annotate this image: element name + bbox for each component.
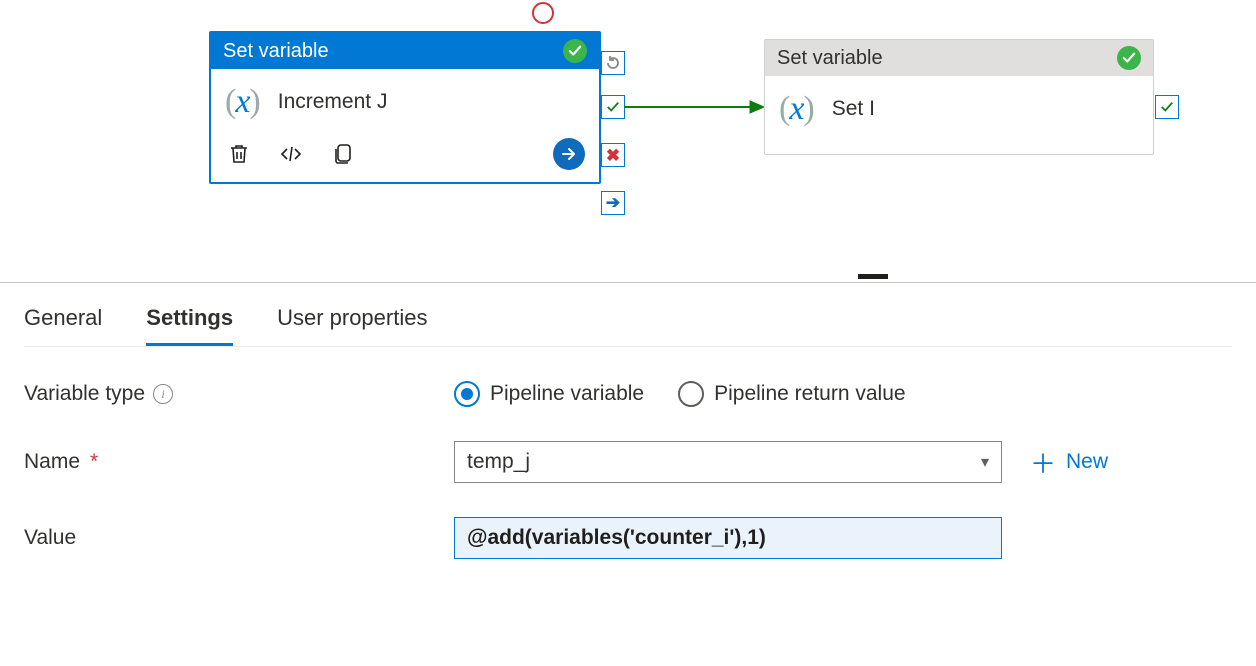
name-select-value: temp_j	[467, 450, 530, 474]
delete-icon[interactable]	[225, 140, 253, 168]
dependency-handle-failure[interactable]: ✖	[601, 143, 625, 167]
copy-icon[interactable]	[329, 140, 357, 168]
value-expression-input[interactable]: @add(variables('counter_i'),1)	[454, 517, 1002, 559]
status-success-icon	[563, 39, 587, 63]
dependency-handle-success[interactable]	[601, 95, 625, 119]
success-connector-arrow[interactable]	[624, 99, 764, 119]
required-indicator: *	[90, 450, 98, 474]
activity-name: Increment J	[278, 90, 388, 114]
info-icon[interactable]: i	[153, 384, 173, 404]
name-select[interactable]: temp_j ▾	[454, 441, 1002, 483]
run-activity-button[interactable]	[553, 138, 585, 170]
dependency-handle-completion[interactable]	[601, 51, 625, 75]
tab-user-properties[interactable]: User properties	[277, 305, 427, 346]
activity-set-variable-increment-j[interactable]: Set variable (x) Increment J	[209, 31, 601, 184]
value-expression-text: @add(variables('counter_i'),1)	[467, 526, 766, 550]
new-variable-label: New	[1066, 450, 1108, 474]
activity-name: Set I	[832, 97, 875, 121]
dependency-handle-success[interactable]	[1155, 95, 1179, 119]
tab-settings[interactable]: Settings	[146, 305, 233, 346]
dependency-handle-skipped[interactable]: ➔	[601, 191, 625, 215]
chevron-down-icon: ▾	[981, 452, 989, 472]
variable-type-label: Variable type	[24, 382, 145, 406]
splitter-grip-icon[interactable]	[858, 274, 888, 279]
tab-general[interactable]: General	[24, 305, 102, 346]
properties-panel: General Settings User properties Variabl…	[0, 283, 1256, 559]
radio-pipeline-return-value[interactable]: Pipeline return value	[678, 381, 905, 407]
new-variable-button[interactable]: ＋ New	[1030, 444, 1108, 481]
radio-pipeline-variable[interactable]: Pipeline variable	[454, 381, 644, 407]
variable-type-radio-group: Pipeline variable Pipeline return value	[454, 381, 906, 407]
panel-splitter[interactable]	[0, 282, 1256, 283]
radio-label: Pipeline return value	[714, 382, 905, 406]
variable-icon: (x)	[779, 90, 814, 128]
radio-label: Pipeline variable	[490, 382, 644, 406]
activity-set-variable-set-i[interactable]: Set variable (x) Set I	[764, 39, 1154, 155]
activity-title: Set variable	[223, 40, 553, 63]
top-connection-anchor[interactable]	[532, 2, 554, 24]
name-label: Name	[24, 450, 80, 474]
status-success-icon	[1117, 46, 1141, 70]
variable-icon: (x)	[225, 83, 260, 121]
pipeline-canvas[interactable]: Set variable (x) Increment J	[0, 0, 1256, 282]
plus-icon: ＋	[1030, 444, 1056, 481]
code-icon[interactable]	[277, 140, 305, 168]
activity-toolbar	[211, 131, 599, 182]
activity-title: Set variable	[777, 47, 1107, 70]
value-label: Value	[24, 526, 76, 550]
properties-tabs: General Settings User properties	[24, 283, 1232, 347]
